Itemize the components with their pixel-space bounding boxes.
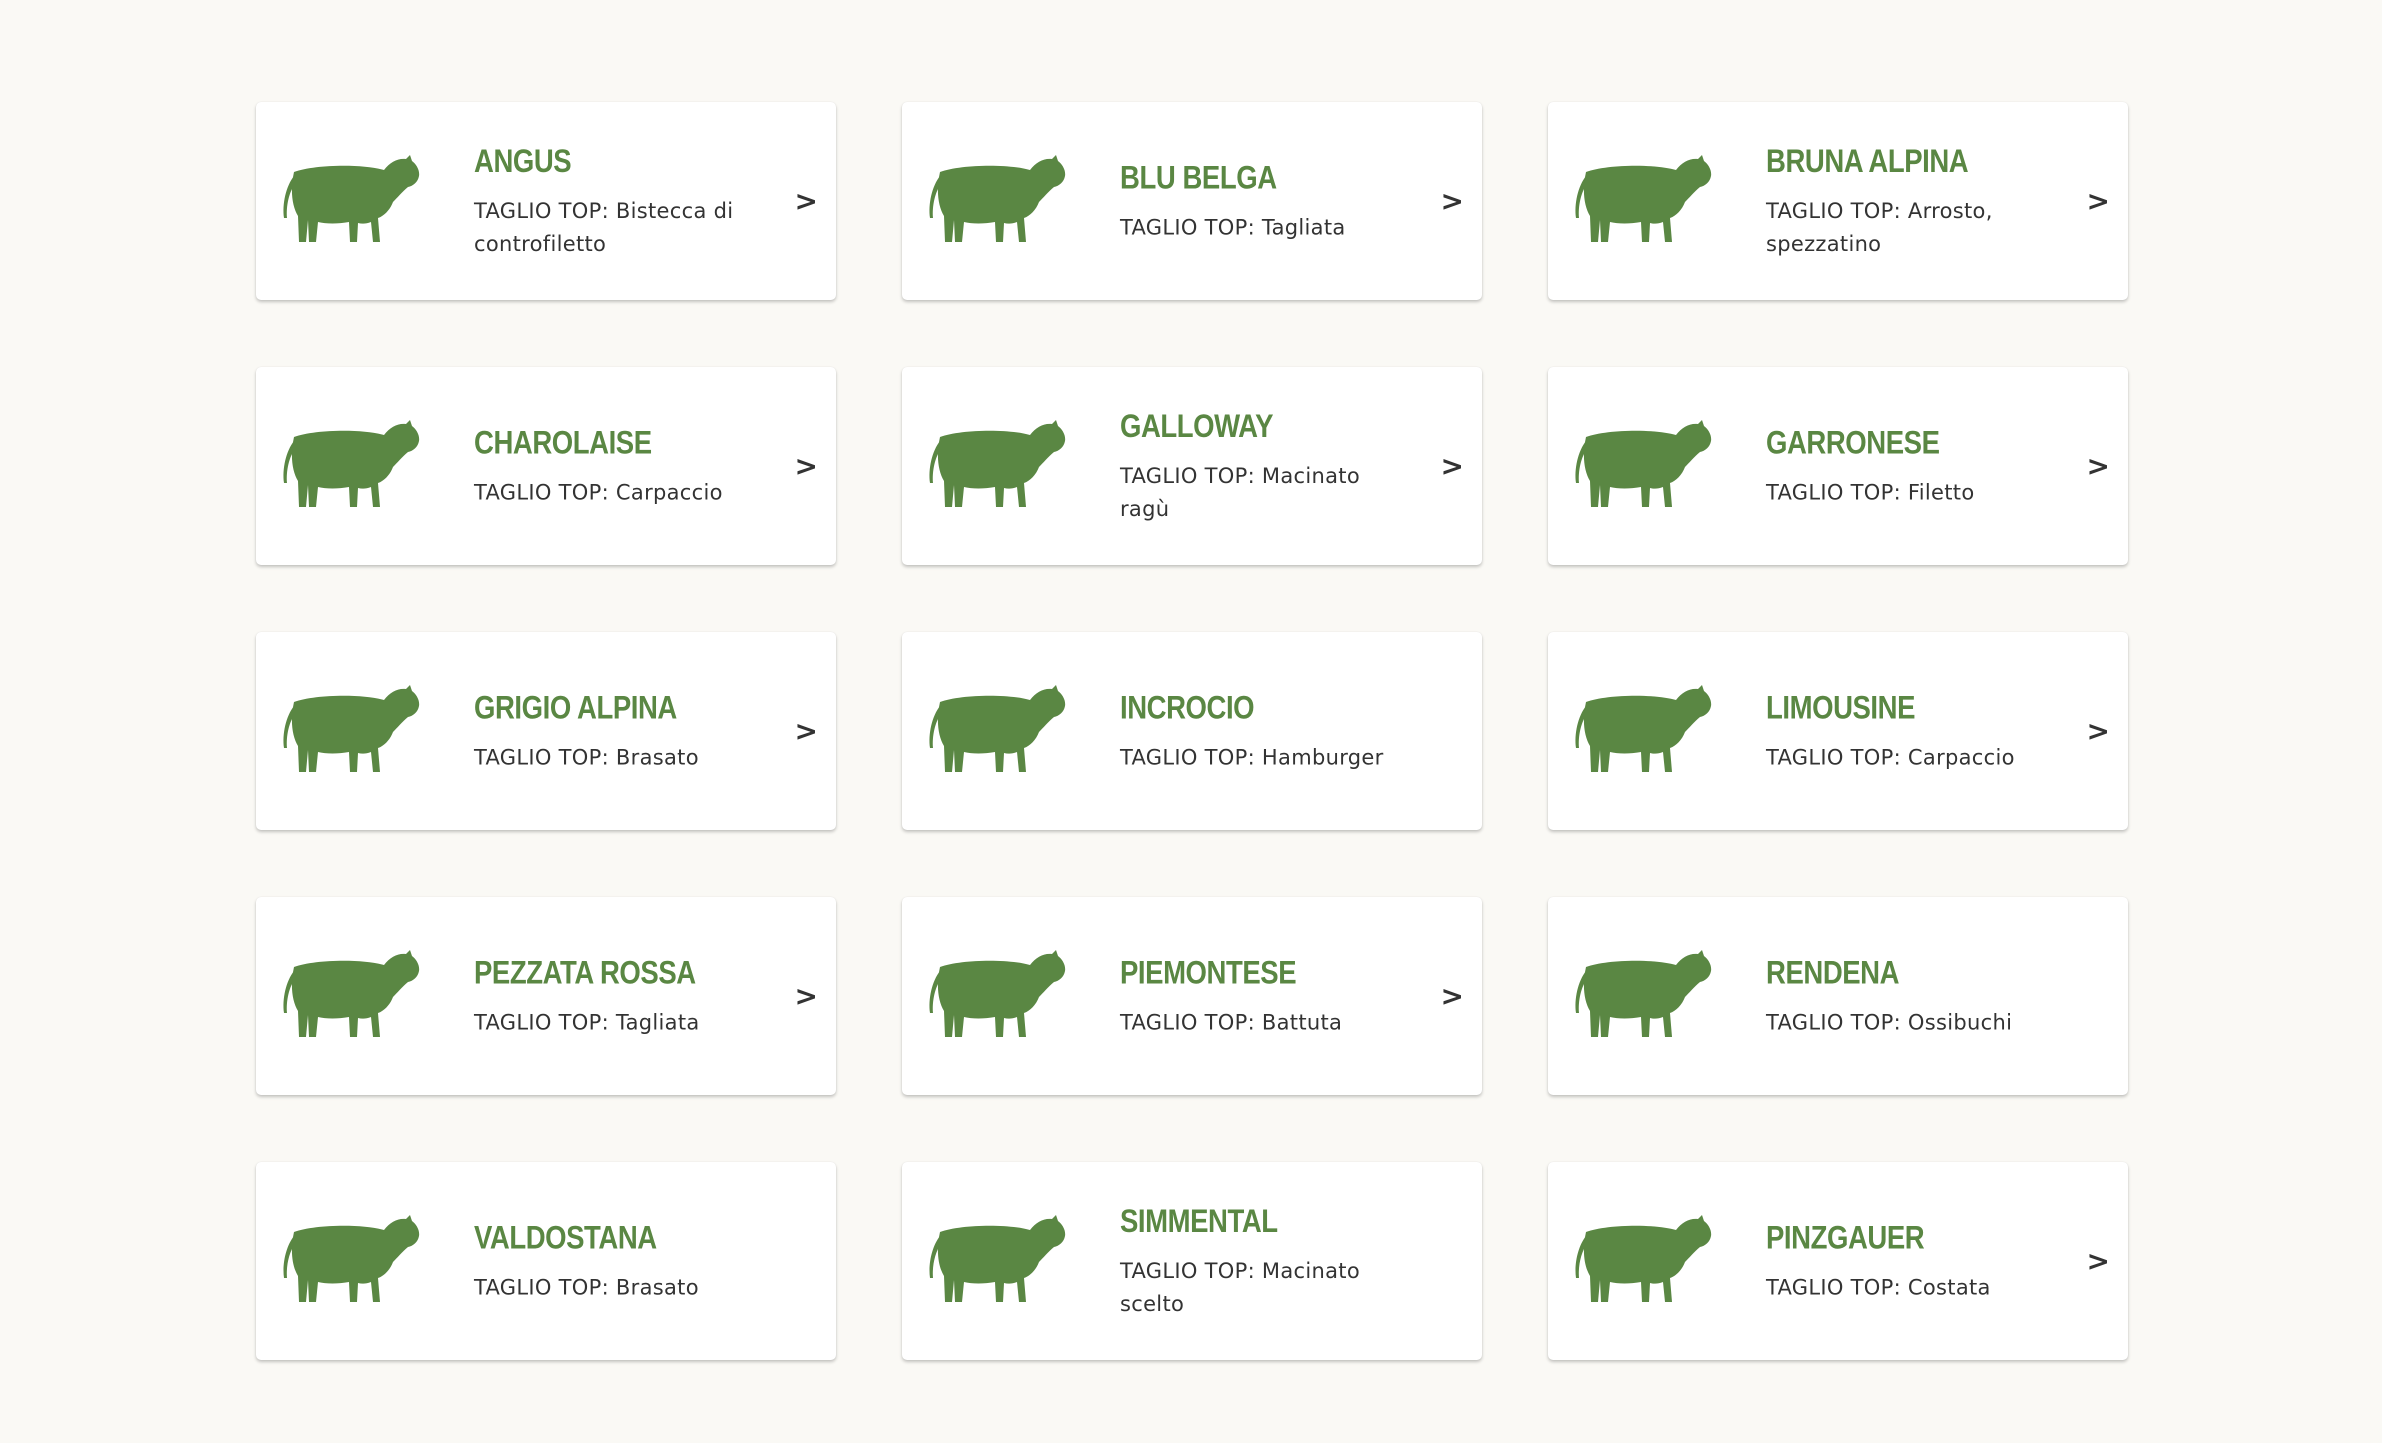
card-text: BRUNA ALPINA TAGLIO TOP: Arrosto, spezza… [1766,141,2058,261]
cow-icon [276,676,426,786]
chevron-right-icon[interactable]: > [795,185,818,218]
cow-icon [922,676,1072,786]
breed-name: INCROCIO [1120,689,1255,726]
card-text: PINZGAUER TAGLIO TOP: Costata [1766,1218,2058,1305]
breed-card-piemontese[interactable]: PIEMONTESE TAGLIO TOP: Battuta > [902,897,1482,1095]
top-cut-label: TAGLIO TOP: Bistecca di controfiletto [474,199,734,256]
chevron-right-icon[interactable]: > [1441,450,1464,483]
top-cut-label: TAGLIO TOP: Battuta [1120,1010,1343,1035]
card-text: GARRONESE TAGLIO TOP: Filetto [1766,423,2058,510]
card-text: GALLOWAY TAGLIO TOP: Macinato ragù [1120,406,1412,526]
card-text: INCROCIO TAGLIO TOP: Hamburger [1120,688,1412,775]
breed-name: LIMOUSINE [1766,689,1916,726]
cow-icon [922,941,1072,1051]
card-text: PEZZATA ROSSA TAGLIO TOP: Tagliata [474,953,766,1040]
breed-card-simmental[interactable]: SIMMENTAL TAGLIO TOP: Macinato scelto [902,1162,1482,1360]
card-text: BLU BELGA TAGLIO TOP: Tagliata [1120,158,1412,245]
card-text: ANGUS TAGLIO TOP: Bistecca di controfile… [474,141,766,261]
chevron-right-icon[interactable]: > [1441,980,1464,1013]
card-text: VALDOSTANA TAGLIO TOP: Brasato [474,1218,766,1305]
top-cut-label: TAGLIO TOP: Ossibuchi [1766,1010,2013,1035]
breed-name: PIEMONTESE [1120,954,1297,991]
breed-grid: ANGUS TAGLIO TOP: Bistecca di controfile… [256,102,2128,1360]
top-cut-label: TAGLIO TOP: Brasato [474,745,699,770]
card-text: PIEMONTESE TAGLIO TOP: Battuta [1120,953,1412,1040]
cow-icon [276,1206,426,1316]
chevron-right-icon[interactable]: > [2087,1245,2110,1278]
breed-card-incrocio[interactable]: INCROCIO TAGLIO TOP: Hamburger [902,632,1482,830]
card-text: CHAROLAISE TAGLIO TOP: Carpaccio [474,423,766,510]
breed-card-garronese[interactable]: GARRONESE TAGLIO TOP: Filetto > [1548,367,2128,565]
cow-icon [276,941,426,1051]
top-cut-label: TAGLIO TOP: Macinato scelto [1120,1259,1360,1316]
chevron-right-icon[interactable]: > [2087,715,2110,748]
cow-icon [276,146,426,256]
cow-icon [922,146,1072,256]
cow-icon [922,1206,1072,1316]
top-cut-label: TAGLIO TOP: Tagliata [474,1010,700,1035]
breed-name: BLU BELGA [1120,159,1277,196]
breed-name: GRIGIO ALPINA [474,689,677,726]
breed-name: SIMMENTAL [1120,1203,1278,1239]
top-cut-label: TAGLIO TOP: Brasato [474,1275,699,1300]
breed-card-blu-belga[interactable]: BLU BELGA TAGLIO TOP: Tagliata > [902,102,1482,300]
breed-name: BRUNA ALPINA [1766,143,1969,179]
breed-card-angus[interactable]: ANGUS TAGLIO TOP: Bistecca di controfile… [256,102,836,300]
breed-name: PEZZATA ROSSA [474,954,696,991]
cow-icon [1568,411,1718,521]
chevron-right-icon[interactable]: > [795,450,818,483]
top-cut-label: TAGLIO TOP: Arrosto, spezzatino [1766,199,1993,256]
breed-card-grigio-alpina[interactable]: GRIGIO ALPINA TAGLIO TOP: Brasato > [256,632,836,830]
chevron-right-icon[interactable]: > [795,980,818,1013]
breed-card-limousine[interactable]: LIMOUSINE TAGLIO TOP: Carpaccio > [1548,632,2128,830]
top-cut-label: TAGLIO TOP: Costata [1766,1275,1991,1300]
cow-icon [1568,146,1718,256]
breed-name: CHAROLAISE [474,424,652,461]
cow-icon [922,411,1072,521]
card-text: RENDENA TAGLIO TOP: Ossibuchi [1766,953,2058,1040]
breed-name: PINZGAUER [1766,1219,1925,1256]
card-text: SIMMENTAL TAGLIO TOP: Macinato scelto [1120,1201,1412,1321]
breed-card-rendena[interactable]: RENDENA TAGLIO TOP: Ossibuchi [1548,897,2128,1095]
cow-icon [1568,1206,1718,1316]
chevron-right-icon[interactable]: > [795,715,818,748]
chevron-right-icon[interactable]: > [2087,450,2110,483]
breed-name: VALDOSTANA [474,1219,657,1256]
breed-name: GALLOWAY [1120,408,1274,444]
cow-icon [1568,676,1718,786]
top-cut-label: TAGLIO TOP: Hamburger [1120,745,1384,770]
breed-card-valdostana[interactable]: VALDOSTANA TAGLIO TOP: Brasato [256,1162,836,1360]
breed-card-pinzgauer[interactable]: PINZGAUER TAGLIO TOP: Costata > [1548,1162,2128,1360]
top-cut-label: TAGLIO TOP: Carpaccio [1766,745,2015,770]
breed-card-pezzata-rossa[interactable]: PEZZATA ROSSA TAGLIO TOP: Tagliata > [256,897,836,1095]
cow-icon [276,411,426,521]
top-cut-label: TAGLIO TOP: Macinato ragù [1120,464,1360,521]
top-cut-label: TAGLIO TOP: Carpaccio [474,480,723,505]
breed-name: GARRONESE [1766,424,1940,461]
breed-name: RENDENA [1766,954,1900,991]
chevron-right-icon[interactable]: > [2087,185,2110,218]
chevron-right-icon[interactable]: > [1441,185,1464,218]
breed-card-galloway[interactable]: GALLOWAY TAGLIO TOP: Macinato ragù > [902,367,1482,565]
card-text: GRIGIO ALPINA TAGLIO TOP: Brasato [474,688,766,775]
top-cut-label: TAGLIO TOP: Tagliata [1120,215,1346,240]
cow-icon [1568,941,1718,1051]
breed-card-bruna-alpina[interactable]: BRUNA ALPINA TAGLIO TOP: Arrosto, spezza… [1548,102,2128,300]
card-text: LIMOUSINE TAGLIO TOP: Carpaccio [1766,688,2058,775]
top-cut-label: TAGLIO TOP: Filetto [1766,480,1975,505]
breed-name: ANGUS [474,143,572,179]
breed-card-charolaise[interactable]: CHAROLAISE TAGLIO TOP: Carpaccio > [256,367,836,565]
